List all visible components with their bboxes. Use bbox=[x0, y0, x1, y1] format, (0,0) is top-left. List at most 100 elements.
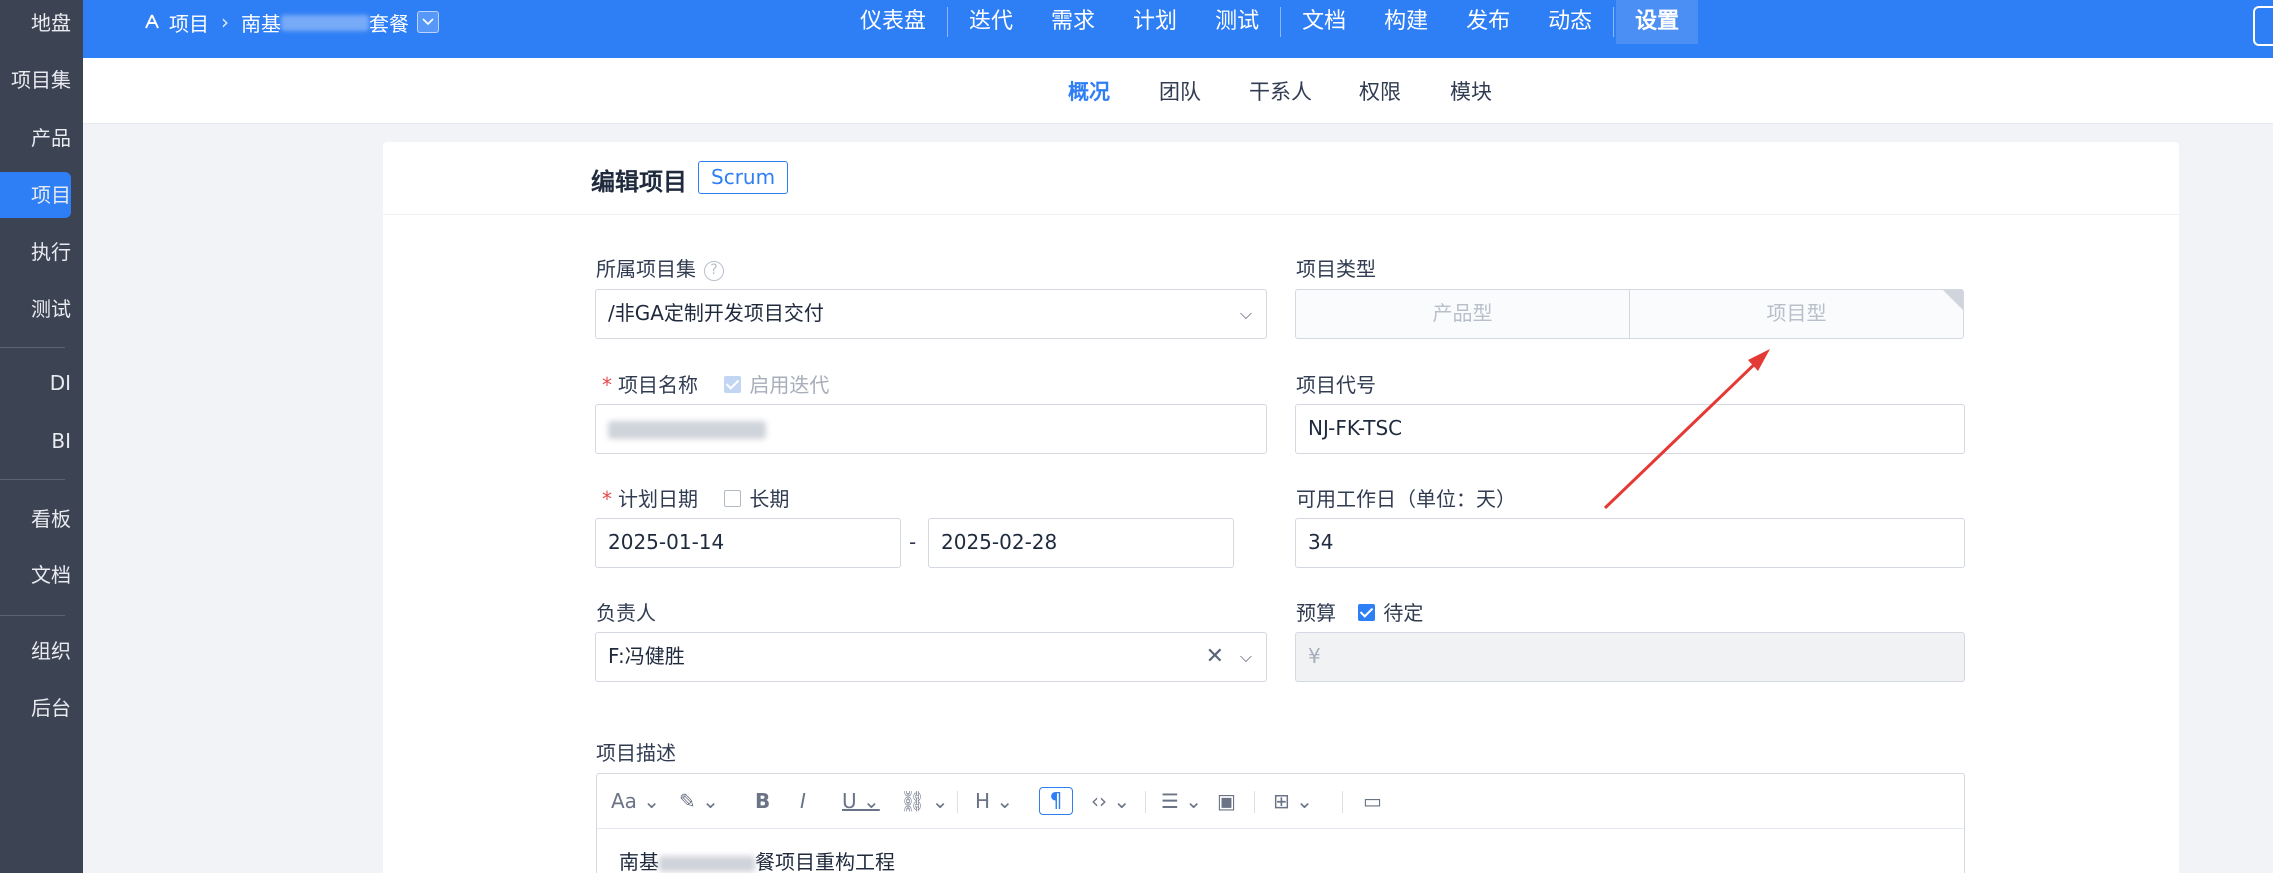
toolbar-divider bbox=[1254, 791, 1255, 813]
sidebar-divider bbox=[0, 615, 65, 616]
project-nav: 仪表盘 迭代 需求 计划 测试 文档 构建 发布 动态 设置 bbox=[841, 0, 1699, 44]
chevron-down-icon bbox=[422, 18, 434, 26]
end-date-input[interactable]: 2025-02-28 bbox=[928, 518, 1234, 568]
table-icon[interactable]: ⊞ ⌄ bbox=[1273, 787, 1313, 815]
sidebar-item-admin[interactable]: 后台 bbox=[0, 685, 83, 731]
link-icon[interactable]: ⛓ ⌄ bbox=[900, 787, 949, 815]
description-label: 项目描述 bbox=[596, 741, 676, 765]
enable-iteration-option[interactable]: 启用迭代 bbox=[724, 373, 829, 397]
sidebar-divider bbox=[0, 347, 65, 348]
tab-module[interactable]: 模块 bbox=[1450, 76, 1492, 106]
description-editor[interactable]: Aa ⌄ ✎ ⌄ B I U ⌄ ⛓ ⌄ H ⌄ ¶ ‹› ⌄ ☰ ⌄ ▣ ⊞ … bbox=[596, 773, 1965, 873]
nav-test[interactable]: 测试 bbox=[1196, 0, 1278, 44]
project-icon bbox=[145, 14, 159, 29]
help-icon[interactable]: ? bbox=[704, 260, 724, 281]
editor-content[interactable]: 南基 餐项目重构工程 bbox=[619, 846, 895, 873]
sidebar-item-dashboard[interactable]: 地盘 bbox=[0, 0, 83, 46]
redacted-text bbox=[281, 14, 369, 31]
sidebar-item-program[interactable]: 项目集 bbox=[0, 57, 83, 103]
type-option-project[interactable]: 项目型 bbox=[1629, 289, 1964, 339]
tab-team[interactable]: 团队 bbox=[1159, 76, 1201, 106]
chevron-down-icon: ⌵ bbox=[1239, 647, 1252, 666]
sidebar-item-org[interactable]: 组织 bbox=[0, 628, 83, 674]
type-label: 项目类型 bbox=[1296, 257, 1376, 281]
list-icon[interactable]: ☰ ⌄ bbox=[1161, 787, 1202, 815]
workdays-input[interactable]: 34 bbox=[1295, 518, 1965, 568]
image-icon[interactable]: ▣ bbox=[1217, 787, 1236, 815]
longterm-option[interactable]: 长期 bbox=[724, 487, 789, 511]
breadcrumb: 项目 › 南基 套餐 bbox=[143, 0, 439, 44]
sidebar-item-project[interactable]: 项目 bbox=[0, 172, 71, 218]
owner-label: 负责人 bbox=[596, 601, 656, 625]
budget-pending-option[interactable]: 待定 bbox=[1358, 601, 1423, 625]
owner-select[interactable]: F:冯健胜 ✕ ⌵ bbox=[595, 632, 1267, 682]
toolbar-divider bbox=[957, 791, 958, 813]
font-size-icon[interactable]: Aa ⌄ bbox=[611, 787, 660, 815]
tab-permission[interactable]: 权限 bbox=[1359, 76, 1401, 106]
checkbox-checked-icon bbox=[1358, 604, 1376, 621]
project-name-input[interactable] bbox=[595, 404, 1267, 454]
nav-doc[interactable]: 文档 bbox=[1283, 0, 1365, 44]
italic-icon[interactable]: I bbox=[800, 787, 806, 815]
tab-overview[interactable]: 概况 bbox=[1068, 76, 1110, 106]
project-switcher-dropdown[interactable] bbox=[417, 11, 439, 33]
nav-dynamic[interactable]: 动态 bbox=[1529, 0, 1611, 44]
budget-label: 预算 待定 bbox=[1296, 601, 1424, 625]
clear-icon[interactable]: ✕ bbox=[1206, 633, 1224, 680]
paragraph-icon[interactable]: ¶ bbox=[1039, 787, 1073, 815]
code-icon[interactable]: ‹› ⌄ bbox=[1091, 787, 1130, 815]
redacted-text bbox=[608, 420, 766, 439]
breadcrumb-project[interactable]: 南基 套餐 bbox=[241, 8, 409, 37]
nav-build[interactable]: 构建 bbox=[1365, 0, 1447, 44]
date-label: * 计划日期 长期 bbox=[602, 487, 790, 511]
card-header: 编辑项目 Scrum bbox=[383, 142, 2179, 215]
nav-iteration[interactable]: 迭代 bbox=[950, 0, 1032, 44]
workdays-label: 可用工作日（单位：天） bbox=[1296, 487, 1516, 511]
nav-plan[interactable]: 计划 bbox=[1114, 0, 1196, 44]
required-marker: * bbox=[602, 487, 612, 511]
nav-divider bbox=[1613, 7, 1615, 37]
budget-input[interactable]: ¥ bbox=[1295, 632, 1965, 682]
underline-icon[interactable]: U ⌄ bbox=[842, 787, 880, 815]
nav-story[interactable]: 需求 bbox=[1032, 0, 1114, 44]
begin-date-input[interactable]: 2025-01-14 bbox=[595, 518, 901, 568]
breadcrumb-root[interactable]: 项目 bbox=[169, 8, 209, 37]
checkbox-icon bbox=[724, 490, 742, 507]
sidebar-item-bi[interactable]: BI bbox=[0, 418, 83, 464]
fullscreen-icon[interactable]: ▭ bbox=[1363, 787, 1382, 815]
nav-divider bbox=[947, 7, 949, 37]
name-label: * 项目名称 启用迭代 bbox=[602, 373, 830, 397]
project-model-badge: Scrum bbox=[698, 161, 789, 194]
tab-stakeholder[interactable]: 干系人 bbox=[1249, 76, 1312, 106]
sidebar-item-doc[interactable]: 文档 bbox=[0, 552, 83, 598]
sidebar-item-product[interactable]: 产品 bbox=[0, 115, 83, 161]
chevron-right-icon: › bbox=[221, 10, 229, 34]
program-label: 所属项目集? bbox=[596, 253, 724, 282]
toolbar-divider bbox=[1145, 791, 1146, 813]
nav-settings[interactable]: 设置 bbox=[1616, 0, 1699, 44]
bold-icon[interactable]: B bbox=[755, 787, 770, 815]
sidebar-item-kanban[interactable]: 看板 bbox=[0, 496, 83, 542]
sidebar-divider bbox=[0, 479, 65, 480]
project-code-input[interactable]: NJ-FK-TSC bbox=[1295, 404, 1965, 454]
sidebar-item-di[interactable]: DI bbox=[0, 360, 83, 406]
heading-icon[interactable]: H ⌄ bbox=[975, 787, 1013, 815]
type-option-product[interactable]: 产品型 bbox=[1295, 289, 1630, 339]
nav-divider bbox=[1280, 7, 1282, 37]
required-marker: * bbox=[602, 373, 612, 397]
page-title: 编辑项目 bbox=[591, 168, 687, 196]
sidebar-item-test[interactable]: 测试 bbox=[0, 286, 83, 332]
sidebar-item-execution[interactable]: 执行 bbox=[0, 229, 83, 275]
code-label: 项目代号 bbox=[1296, 373, 1376, 397]
quick-create-button[interactable] bbox=[2253, 6, 2273, 46]
date-separator: - bbox=[909, 530, 917, 554]
chevron-down-icon: ⌵ bbox=[1239, 304, 1252, 323]
left-sidebar: 地盘 项目集 产品 项目 执行 测试 DI BI 看板 文档 组织 后台 bbox=[0, 0, 83, 873]
nav-release[interactable]: 发布 bbox=[1447, 0, 1529, 44]
checkbox-icon bbox=[724, 376, 742, 393]
top-header: 项目 › 南基 套餐 仪表盘 迭代 需求 计划 测试 文档 构建 发布 动态 设置 bbox=[83, 0, 2273, 58]
nav-dashboard[interactable]: 仪表盘 bbox=[841, 0, 945, 44]
editor-toolbar: Aa ⌄ ✎ ⌄ B I U ⌄ ⛓ ⌄ H ⌄ ¶ ‹› ⌄ ☰ ⌄ ▣ ⊞ … bbox=[597, 774, 1964, 829]
program-select[interactable]: /非GA定制开发项目交付 ⌵ bbox=[595, 289, 1267, 339]
text-color-icon[interactable]: ✎ ⌄ bbox=[679, 787, 719, 815]
